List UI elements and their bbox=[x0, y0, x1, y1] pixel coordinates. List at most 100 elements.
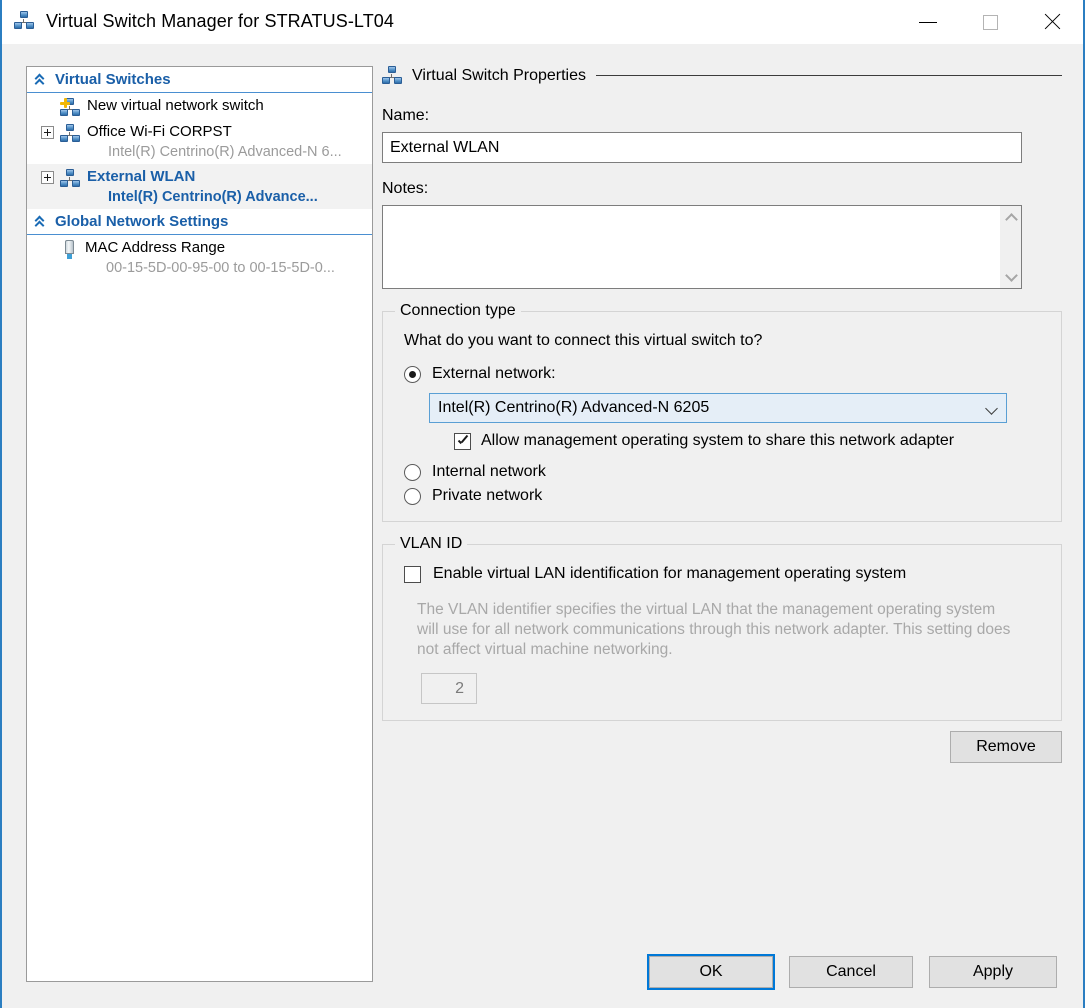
scroll-up-icon[interactable] bbox=[1005, 213, 1017, 222]
new-virtual-switch-icon bbox=[60, 98, 80, 117]
virtual-switch-icon bbox=[14, 10, 36, 33]
tree-item-text: External WLAN Intel(R) Centrino(R) Advan… bbox=[87, 167, 372, 207]
notes-label: Notes: bbox=[382, 180, 429, 197]
radio-internal-network[interactable]: Internal network bbox=[404, 463, 1045, 481]
notes-scrollbar[interactable] bbox=[1000, 206, 1021, 288]
vlan-id-title: VLAN ID bbox=[395, 535, 468, 553]
icon-body bbox=[65, 240, 74, 254]
remove-button-row: Remove bbox=[382, 731, 1062, 763]
icon-node bbox=[66, 124, 74, 131]
apply-button[interactable]: Apply bbox=[929, 956, 1057, 988]
icon-node bbox=[72, 135, 80, 142]
expand-plus-icon[interactable] bbox=[41, 126, 54, 139]
virtual-switch-icon bbox=[60, 124, 80, 143]
icon-node bbox=[60, 180, 68, 187]
expand-plus-icon[interactable] bbox=[41, 171, 54, 184]
tree-item-label: External WLAN bbox=[87, 168, 196, 185]
tree-item-text: Office Wi-Fi CORPST Intel(R) Centrino(R)… bbox=[87, 122, 372, 162]
vlan-id-spinner[interactable]: 2 bbox=[421, 673, 477, 704]
allow-management-share-checkbox[interactable] bbox=[454, 432, 471, 450]
allow-management-share-checkbox-row[interactable]: Allow management operating system to sha… bbox=[454, 432, 1045, 450]
tree-group-label: Global Network Settings bbox=[55, 213, 229, 230]
virtual-switch-properties-panel: Virtual Switch Properties Name: External… bbox=[382, 66, 1062, 982]
tree-item-text: MAC Address Range 00-15-5D-00-95-00 to 0… bbox=[85, 238, 372, 278]
vlan-description: The VLAN identifier specifies the virtua… bbox=[417, 601, 1011, 658]
title-bar: Virtual Switch Manager for STRATUS-LT04 bbox=[2, 0, 1083, 44]
icon-node bbox=[382, 77, 390, 84]
radio-private-network-indicator[interactable] bbox=[404, 487, 421, 505]
tree-group-virtual-switches[interactable]: Virtual Switches bbox=[27, 67, 372, 93]
icon-node bbox=[26, 21, 34, 29]
radio-internal-network-label: Internal network bbox=[432, 463, 546, 480]
icon-node bbox=[14, 21, 22, 29]
network-adapter-value: Intel(R) Centrino(R) Advanced-N 6205 bbox=[438, 399, 710, 416]
enable-vlan-checkbox-row[interactable]: Enable virtual LAN identification for ma… bbox=[404, 565, 1045, 583]
close-button[interactable] bbox=[1021, 0, 1083, 44]
scroll-down-icon[interactable] bbox=[1005, 272, 1017, 281]
close-icon bbox=[1043, 13, 1061, 31]
maximize-icon bbox=[982, 14, 998, 30]
tree-item-sublabel: Intel(R) Centrino(R) Advance... bbox=[108, 189, 318, 205]
chevron-down-icon[interactable] bbox=[985, 404, 998, 413]
connection-type-title: Connection type bbox=[395, 302, 521, 320]
connection-type-group: Connection type What do you want to conn… bbox=[382, 302, 1062, 522]
chevron-up-icon[interactable] bbox=[33, 214, 49, 230]
virtual-switch-tree[interactable]: Virtual Switches New virtual network swi… bbox=[26, 66, 373, 982]
notes-field[interactable] bbox=[382, 205, 1022, 289]
tree-item-sublabel: Intel(R) Centrino(R) Advanced-N 6... bbox=[108, 144, 342, 160]
tree-item-label: MAC Address Range bbox=[85, 239, 226, 256]
icon-node bbox=[388, 66, 396, 73]
notes-textarea[interactable] bbox=[383, 206, 1000, 288]
name-input[interactable]: External WLAN bbox=[382, 132, 1022, 163]
tree-item-label: Office Wi-Fi CORPST bbox=[87, 123, 232, 140]
radio-external-network-label: External network: bbox=[432, 365, 556, 382]
name-label: Name: bbox=[382, 107, 430, 124]
tree-item-external-wlan[interactable]: External WLAN Intel(R) Centrino(R) Advan… bbox=[27, 164, 372, 209]
virtual-switch-icon bbox=[60, 169, 80, 188]
radio-external-network[interactable]: External network: bbox=[404, 365, 1045, 383]
tree-item-sublabel: 00-15-5D-00-95-00 to 00-15-5D-0... bbox=[106, 260, 335, 276]
tree-item-label: New virtual network switch bbox=[87, 97, 264, 114]
tree-group-global-network-settings[interactable]: Global Network Settings bbox=[27, 209, 372, 235]
cancel-button[interactable]: Cancel bbox=[789, 956, 913, 988]
tree-item-text: New virtual network switch bbox=[87, 96, 372, 116]
window-title: Virtual Switch Manager for STRATUS-LT04 bbox=[46, 11, 395, 31]
tree-item-office-wifi-corpst[interactable]: Office Wi-Fi CORPST Intel(R) Centrino(R)… bbox=[27, 119, 372, 164]
tree-item-new-virtual-network-switch[interactable]: New virtual network switch bbox=[27, 93, 372, 119]
radio-internal-network-indicator[interactable] bbox=[404, 463, 421, 481]
window-controls bbox=[897, 0, 1083, 44]
header-divider bbox=[596, 75, 1062, 76]
icon-node bbox=[394, 77, 402, 84]
icon-node bbox=[60, 135, 68, 142]
radio-private-network-label: Private network bbox=[432, 487, 543, 504]
radio-external-network-indicator[interactable] bbox=[404, 365, 421, 383]
plus-star-icon bbox=[60, 98, 70, 108]
radio-private-network[interactable]: Private network bbox=[404, 487, 1045, 505]
dialog-buttons: OK Cancel Apply bbox=[2, 954, 1083, 990]
icon-node bbox=[72, 180, 80, 187]
enable-vlan-checkbox[interactable] bbox=[404, 565, 421, 583]
minimize-button[interactable] bbox=[897, 0, 959, 44]
enable-vlan-label: Enable virtual LAN identification for ma… bbox=[433, 565, 907, 582]
icon-node bbox=[66, 169, 74, 176]
tree-item-mac-address-range[interactable]: MAC Address Range 00-15-5D-00-95-00 to 0… bbox=[27, 235, 372, 280]
dialog-content: Virtual Switches New virtual network swi… bbox=[2, 44, 1083, 1008]
icon-tip bbox=[67, 254, 72, 259]
ok-button[interactable]: OK bbox=[647, 954, 775, 990]
icon-node bbox=[20, 10, 28, 18]
connection-type-question: What do you want to connect this virtual… bbox=[404, 332, 763, 349]
properties-header-label: Virtual Switch Properties bbox=[412, 66, 586, 84]
tree-group-label: Virtual Switches bbox=[55, 71, 171, 88]
vlan-id-group: VLAN ID Enable virtual LAN identificatio… bbox=[382, 535, 1062, 721]
icon-node bbox=[72, 109, 80, 116]
virtual-switch-icon bbox=[382, 66, 402, 85]
chevron-up-icon[interactable] bbox=[33, 72, 49, 88]
icon-node bbox=[60, 109, 68, 116]
minimize-icon bbox=[919, 21, 937, 23]
network-adapter-combobox[interactable]: Intel(R) Centrino(R) Advanced-N 6205 bbox=[429, 393, 1007, 423]
maximize-button[interactable] bbox=[959, 0, 1021, 44]
remove-button[interactable]: Remove bbox=[950, 731, 1062, 763]
mac-address-icon bbox=[60, 240, 78, 259]
properties-header: Virtual Switch Properties bbox=[382, 66, 1062, 85]
allow-management-share-label: Allow management operating system to sha… bbox=[481, 432, 955, 449]
